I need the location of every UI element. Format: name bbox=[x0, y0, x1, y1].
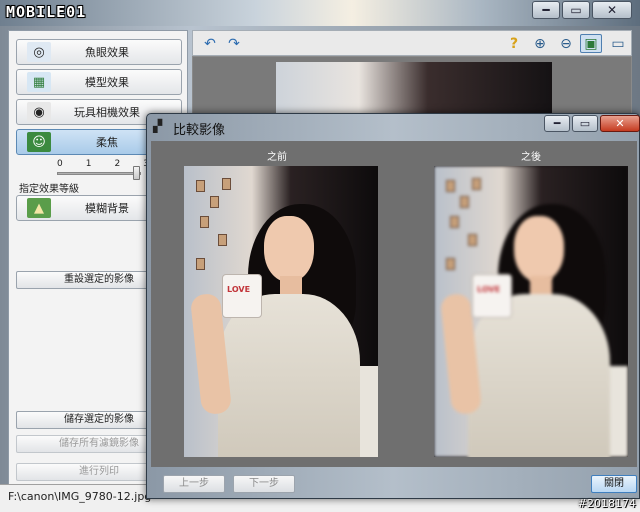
compare-dialog: ▞ 比較影像 ━ ▭ ✕ 之前 之後 LOVE LOVE 上一步 下一步 關閉 bbox=[146, 113, 640, 499]
rotate-right-icon[interactable]: ↷ bbox=[223, 34, 245, 53]
zoom-out-icon[interactable]: ⊖ bbox=[555, 34, 577, 53]
level-slider-track[interactable] bbox=[57, 172, 141, 175]
window-controls: ━ ▭ ✕ bbox=[532, 1, 632, 19]
dialog-title: 比較影像 bbox=[173, 123, 226, 138]
portrait-icon: ☺ bbox=[27, 132, 51, 152]
next-button[interactable]: 下一步 bbox=[233, 475, 295, 493]
minimize-button[interactable]: ━ bbox=[532, 1, 560, 19]
file-path: F:\canon\IMG_9780-12.jpg bbox=[8, 490, 152, 503]
after-label: 之後 bbox=[521, 152, 541, 163]
dialog-maximize-button[interactable]: ▭ bbox=[572, 115, 598, 132]
dialog-window-controls: ━ ▭ ✕ bbox=[544, 115, 640, 132]
fisheye-effect-button[interactable]: ◎ 魚眼效果 bbox=[16, 39, 182, 65]
miniature-effect-button[interactable]: ▦ 模型效果 bbox=[16, 69, 182, 95]
dialog-minimize-button[interactable]: ━ bbox=[544, 115, 570, 132]
mug: LOVE bbox=[472, 274, 512, 318]
rotate-left-icon[interactable]: ↶ bbox=[199, 34, 221, 53]
effect-label: 模型效果 bbox=[85, 76, 129, 89]
close-dialog-button[interactable]: 關閉 bbox=[591, 475, 637, 493]
before-label: 之前 bbox=[267, 152, 287, 163]
fullscreen-icon[interactable]: ▭ bbox=[607, 34, 629, 53]
after-image: LOVE bbox=[434, 166, 628, 457]
title-bar: MOBILE01 ━ ▭ ✕ bbox=[0, 0, 640, 26]
app-logo: MOBILE01 bbox=[6, 3, 87, 21]
close-button[interactable]: ✕ bbox=[592, 1, 632, 19]
dialog-close-button[interactable]: ✕ bbox=[600, 115, 640, 132]
scale-tick: 2 bbox=[114, 159, 121, 169]
preview-toolbar: ↶ ↷ ? ⊕ ⊖ ▣ ▭ bbox=[192, 30, 632, 56]
help-icon[interactable]: ? bbox=[503, 34, 525, 53]
scale-tick: 0 bbox=[57, 159, 63, 169]
previous-button[interactable]: 上一步 bbox=[163, 475, 225, 493]
watermark: #2018174 bbox=[577, 497, 636, 510]
before-image: LOVE bbox=[184, 166, 378, 457]
compare-body: 之前 之後 LOVE LOVE bbox=[151, 141, 637, 467]
camera-icon: ◉ bbox=[27, 102, 51, 122]
maximize-button[interactable]: ▭ bbox=[562, 1, 590, 19]
fisheye-icon: ◎ bbox=[27, 42, 51, 62]
effect-label: 魚眼效果 bbox=[85, 46, 129, 59]
compare-icon: ▞ bbox=[153, 119, 163, 133]
fit-view-icon[interactable]: ▣ bbox=[580, 34, 602, 53]
mug: LOVE bbox=[222, 274, 262, 318]
level-slider-thumb[interactable] bbox=[133, 166, 140, 180]
scale-tick: 1 bbox=[85, 159, 92, 169]
miniature-icon: ▦ bbox=[27, 72, 51, 92]
level-label: 指定效果等級 bbox=[19, 184, 79, 195]
landscape-icon: ▲ bbox=[27, 198, 51, 218]
zoom-in-icon[interactable]: ⊕ bbox=[529, 34, 551, 53]
